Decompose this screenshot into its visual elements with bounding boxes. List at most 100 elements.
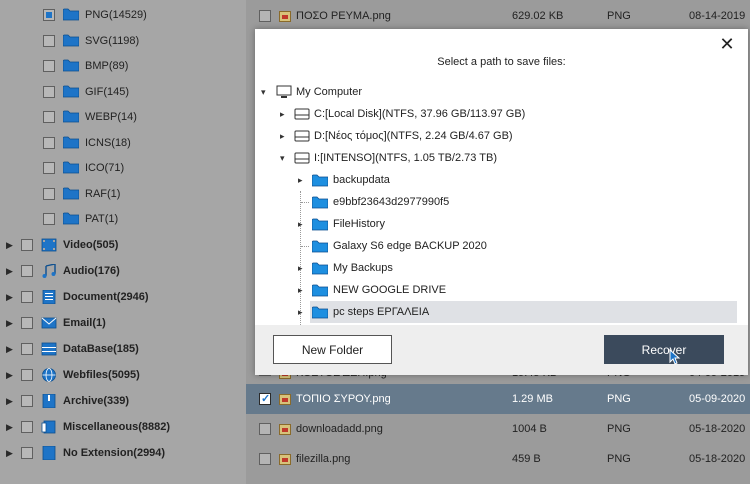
tree-node-my-computer[interactable]: ▾ My Computer [255,81,737,103]
folder-icon [62,136,80,149]
category-checkbox[interactable] [21,447,33,459]
chevron-down-icon[interactable]: ▾ [280,153,285,164]
chevron-down-icon[interactable]: ▾ [261,87,266,98]
tree-item-category[interactable]: ▶ Webfiles(5095) [0,364,246,386]
folder-icon [62,110,80,123]
subtype-checkbox[interactable] [43,85,55,98]
category-checkbox[interactable] [21,291,33,303]
tree-item-subtype[interactable]: ICO(71) [0,157,246,179]
chevron-right-icon[interactable]: ▶ [6,240,14,250]
category-checkbox[interactable] [21,395,33,407]
chevron-right-icon[interactable]: ▸ [298,285,303,296]
tree-item-label: SVG(1198) [85,34,140,47]
tree-item-category[interactable]: ▶ Audio(176) [0,260,246,282]
tree-label: My Backups [333,262,393,274]
tree-node-folder[interactable]: e9bbf23643d2977990f5 [255,191,737,213]
chevron-right-icon[interactable]: ▶ [6,318,14,328]
tree-label: C:[Local Disk](NTFS, 37.96 GB/113.97 GB) [314,108,526,120]
tree-item-category[interactable]: ▶ DataBase(185) [0,338,246,360]
tree-item-category[interactable]: ▶ Email(1) [0,312,246,334]
file-name: filezilla.png [296,453,351,465]
chevron-right-icon[interactable]: ▶ [6,292,14,302]
tree-item-category[interactable]: ▶ No Extension(2994) [0,442,246,464]
chevron-right-icon[interactable]: ▶ [6,344,14,354]
chevron-right-icon[interactable]: ▸ [298,175,303,186]
file-row[interactable]: ΠΟΣΟ ΡΕΥΜΑ.png 629.02 KB PNG 08-14-2019 [246,1,750,31]
chevron-right-icon[interactable]: ▸ [280,131,285,142]
category-checkbox[interactable] [21,369,33,381]
subtype-checkbox[interactable] [43,187,55,200]
file-checkbox[interactable] [259,10,271,22]
tree-node-drive[interactable]: ▾ I:[INTENSO](NTFS, 1.05 TB/2.73 TB) [255,147,737,169]
folder-icon [311,240,329,253]
file-row[interactable]: filezilla.png 459 B PNG 05-18-2020 [246,444,750,474]
tree-item-label: DataBase(185) [63,343,139,355]
category-checkbox[interactable] [21,343,33,355]
video-icon [41,238,57,252]
tree-node-folder[interactable]: ▸ My Backups [255,257,737,279]
category-checkbox[interactable] [21,421,33,433]
tree-node-folder[interactable]: ▸ FileHistory [255,213,737,235]
chevron-right-icon[interactable]: ▶ [6,448,14,458]
folder-icon [311,306,329,319]
new-folder-button[interactable]: New Folder [273,335,392,364]
subtype-checkbox[interactable] [43,111,55,123]
tree-item-subtype[interactable]: BMP(89) [0,55,246,77]
file-checkbox[interactable] [259,423,271,435]
file-row[interactable]: downloadadd.png 1004 B PNG 05-18-2020 [246,414,750,444]
tree-item-category[interactable]: ▶ Archive(339) [0,390,246,412]
file-date: 05-18-2020 [689,423,746,435]
tree-label: I:[INTENSO](NTFS, 1.05 TB/2.73 TB) [314,152,497,164]
file-checkbox[interactable] [259,392,271,405]
chevron-right-icon[interactable]: ▸ [298,219,303,230]
chevron-right-icon[interactable]: ▶ [6,266,14,276]
tree-node-folder[interactable]: ▸ backupdata [255,169,737,191]
tree-label: Galaxy S6 edge BACKUP 2020 [333,240,487,252]
folder-icon [311,196,329,209]
folder-tree: ▾ My Computer ▸ C:[Local Disk](NTFS, 37.9… [255,77,748,335]
tree-item-subtype[interactable]: WEBP(14) [0,106,246,128]
chevron-right-icon[interactable]: ▶ [6,422,14,432]
chevron-right-icon[interactable]: ▸ [298,307,303,318]
tree-item-subtype[interactable]: PNG(14529) [0,4,246,26]
folder-icon [311,262,329,275]
recover-button[interactable]: Recover [604,335,724,364]
tree-node-drive[interactable]: ▸ D:[Νέος τόμος](NTFS, 2.24 GB/4.67 GB) [255,125,737,147]
archive-icon [41,393,57,409]
tree-item-subtype[interactable]: SVG(1198) [0,30,246,52]
subtype-checkbox[interactable] [43,136,55,149]
file-checkbox[interactable] [259,453,271,465]
drive-icon [294,108,310,120]
category-tree: PNG(14529) SVG(1198) BMP(89) GIF(145) WEBP(1… [0,0,246,484]
tree-node-folder[interactable]: ▸ NEW GOOGLE DRIVE [255,279,737,301]
tree-node-drive[interactable]: ▸ C:[Local Disk](NTFS, 37.96 GB/113.97 GB… [255,103,737,125]
tree-node-folder[interactable]: Galaxy S6 edge BACKUP 2020 [255,235,737,257]
subtype-checkbox[interactable] [43,162,55,174]
tree-item-category[interactable]: ▶ Miscellaneous(8882) [0,416,246,438]
folder-icon [311,284,329,297]
tree-item-category[interactable]: ▶ Document(2946) [0,286,246,308]
tree-item-subtype[interactable]: ICNS(18) [0,132,246,154]
tree-node-folder[interactable]: ▸ pc steps ΕΡΓΑΛΕΙΑ [298,301,737,323]
chevron-right-icon[interactable]: ▸ [280,109,285,120]
category-checkbox[interactable] [21,239,33,251]
subtype-checkbox[interactable] [43,60,55,72]
tree-item-subtype[interactable]: GIF(145) [0,81,246,103]
subtype-checkbox[interactable] [43,9,55,21]
category-checkbox[interactable] [21,265,33,277]
chevron-right-icon[interactable]: ▸ [298,263,303,274]
chevron-right-icon[interactable]: ▶ [6,396,14,406]
no-extension-icon [41,445,57,461]
file-size: 629.02 KB [512,10,564,22]
subtype-checkbox[interactable] [43,213,55,225]
chevron-right-icon[interactable]: ▶ [6,370,14,380]
category-checkbox[interactable] [21,317,33,329]
tree-item-category[interactable]: ▶ Video(505) [0,234,246,256]
subtype-checkbox[interactable] [43,34,55,47]
tree-label: backupdata [333,174,390,186]
folder-icon [62,85,80,98]
file-row[interactable]: ΤΟΠΙΟ ΣΥΡΟΥ.png 1.29 MB PNG 05-09-2020 [246,384,750,414]
close-icon[interactable]: ✕ [718,35,736,53]
tree-item-subtype[interactable]: PAT(1) [0,208,246,230]
tree-item-subtype[interactable]: RAF(1) [0,183,246,205]
